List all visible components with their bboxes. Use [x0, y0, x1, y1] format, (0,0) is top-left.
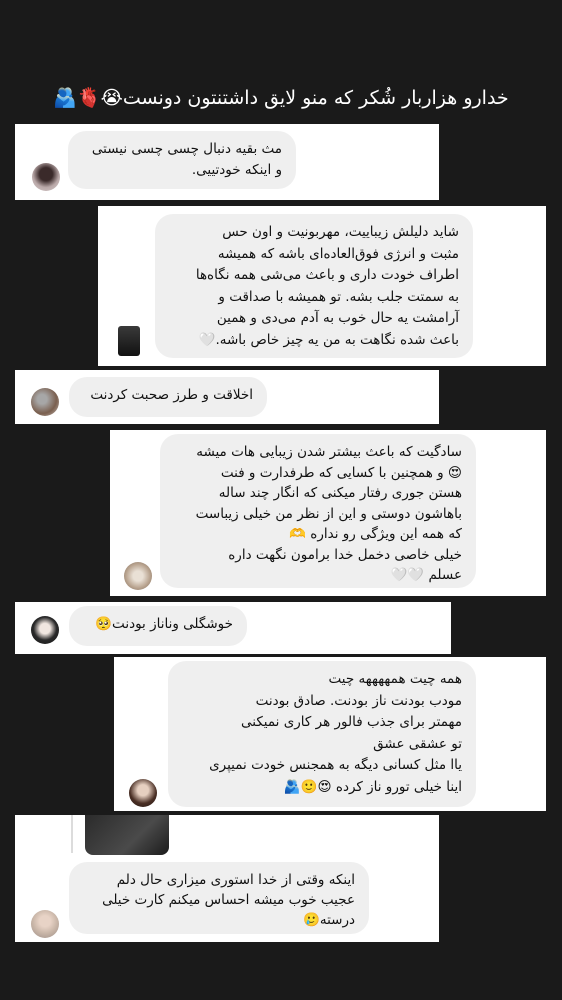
comment-text-line: 😍 و همچنین با کسایی که طرفدارت و فنت — [220, 464, 462, 481]
comment-card: اینکه وقتی از خدا استوری میزاری حال دلم … — [15, 815, 439, 942]
comment-card: همه چیت همههههه چیت مودب بودنت ناز بودنت… — [114, 657, 546, 811]
comment-text-line: اینکه وقتی از خدا استوری میزاری حال دلم — [116, 872, 355, 888]
comment-bubble: سادگیت که باعث بیشتر شدن زیبایی هات میشه… — [160, 434, 476, 588]
avatar[interactable] — [124, 562, 152, 590]
comment-text-line: اطراف خودت داری و باعث می‌شی همه نگاه‌ها — [195, 267, 459, 283]
reply-thread-line — [71, 815, 73, 853]
comment-card: اخلاقت و طرز صحبت کردنت — [15, 370, 439, 424]
comment-text-line: خوشگلی وناناز بودنت🥺 — [95, 616, 233, 632]
avatar[interactable] — [31, 388, 59, 416]
comment-text-line: همه چیت همههههه چیت — [328, 671, 462, 687]
avatar[interactable] — [118, 326, 140, 356]
comment-bubble: شاید دلیلش زیباییت، مهربونیت و اون حس مث… — [155, 214, 473, 358]
comment-card: مث بقیه دنبال چسی چسی نیستی و اینکه خودت… — [15, 124, 439, 200]
comment-text-line: تو عشقی عشق — [373, 735, 462, 752]
comment-text-line: مث بقیه دنبال چسی چسی نیستی — [91, 141, 282, 157]
comment-card: سادگیت که باعث بیشتر شدن زیبایی هات میشه… — [110, 430, 546, 596]
comment-text-line: به سمتت جلب بشه. تو همیشه با صداقت و — [218, 288, 459, 305]
comment-text-line: سادگیت که باعث بیشتر شدن زیبایی هات میشه — [196, 444, 462, 460]
comment-bubble: همه چیت همههههه چیت مودب بودنت ناز بودنت… — [168, 661, 476, 807]
comment-card: شاید دلیلش زیباییت، مهربونیت و اون حس مث… — [98, 206, 546, 366]
comment-bubble: اخلاقت و طرز صحبت کردنت — [69, 377, 267, 417]
avatar[interactable] — [32, 163, 60, 191]
comment-text-line: که همه این ویژگی رو نداره 🫶 — [289, 526, 462, 542]
comment-text-line: اخلاقت و طرز صحبت کردنت — [90, 387, 253, 403]
comment-bubble: خوشگلی وناناز بودنت🥺 — [69, 606, 247, 646]
comment-text-line: باهاشون دوستی و این از نظر من خیلی زیباس… — [195, 505, 462, 522]
comment-text-line: درسته🥲 — [303, 912, 355, 928]
comment-bubble: اینکه وقتی از خدا استوری میزاری حال دلم … — [69, 862, 369, 934]
comment-text-line: باعث شده نگاهت به من یه چیز خاص باشه.🤍 — [198, 331, 459, 348]
comment-text-line: هستن جوری رفتار میکنی که انگار چند ساله — [218, 485, 462, 501]
page-title: خدارو هزاربار شُکر که منو لایق داشتنتون … — [53, 87, 509, 109]
media-thumbnail[interactable] — [85, 815, 169, 855]
comment-card: خوشگلی وناناز بودنت🥺 — [15, 602, 451, 654]
comment-bubble: مث بقیه دنبال چسی چسی نیستی و اینکه خودت… — [68, 131, 296, 189]
comment-text-line: عسلم 🤍🤍 — [390, 567, 462, 583]
comment-text-line: اینا خیلی تورو ناز کرده 😍🙂🫂 — [283, 778, 462, 795]
comment-text-line: یاا مثل کسانی دیگه به همجنس خودت نمیپری — [209, 757, 462, 773]
comment-text-line: مهمتر برای جذب فالور هر کاری نمیکنی — [241, 714, 462, 730]
comment-text-line: خیلی خاصی دخمل خدا برامون نگهت داره — [228, 546, 462, 563]
avatar[interactable] — [129, 779, 157, 807]
comment-text-line: و اینکه خودتییی. — [191, 162, 282, 178]
avatar[interactable] — [31, 616, 59, 644]
comment-text-line: شاید دلیلش زیباییت، مهربونیت و اون حس — [222, 224, 459, 240]
avatar[interactable] — [31, 910, 59, 938]
comment-text-line: مثبت و انرژی فوق‌العاده‌ای باشه که همیشه — [217, 245, 459, 262]
comment-text-line: مودب بودنت ناز بودنت. صادق بودنت — [255, 692, 462, 709]
comment-text-line: آرامشت یه حال خوب به آدم می‌دی و همین — [216, 310, 459, 326]
comment-text-line: عجیب خوب میشه احساس میکنم کارت خیلی — [102, 892, 355, 908]
